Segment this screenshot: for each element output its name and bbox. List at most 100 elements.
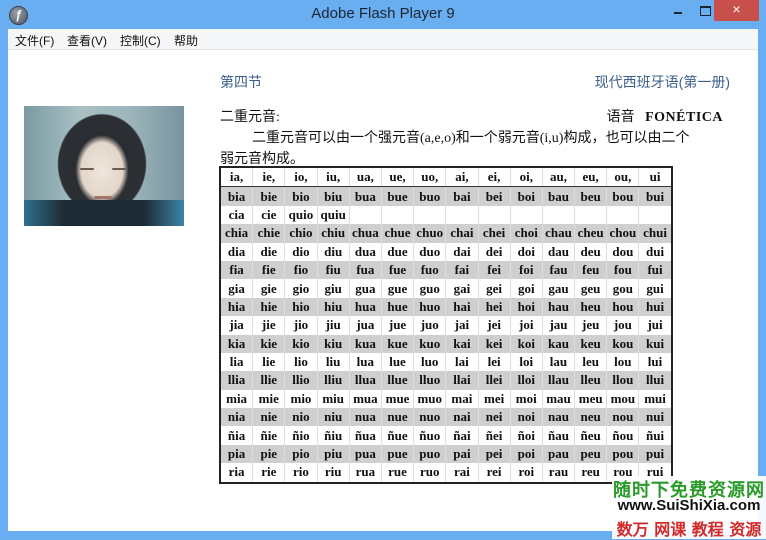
table-cell: fei: [477, 260, 511, 280]
table-cell: hui: [638, 297, 672, 317]
table-cell: chui: [638, 224, 672, 243]
table-cell: [413, 205, 446, 225]
table-cell: nai: [445, 408, 478, 427]
table-cell: lau: [541, 352, 575, 372]
menu-view[interactable]: 查看(V): [67, 32, 107, 49]
table-row: mia mie mio miu mua mue muo mai mei moi mau meu mou m…: [219, 389, 672, 409]
close-button[interactable]: ×: [714, 0, 759, 21]
table-cell: mou: [606, 389, 639, 409]
minimize-button[interactable]: [665, 0, 691, 21]
table-cell: mui: [638, 389, 672, 409]
video-mouth: [94, 196, 112, 199]
table-cell: kue: [380, 334, 414, 353]
watermark-line-2: www.SuiShiXia.com: [617, 497, 761, 514]
phonetics-es: FONÉTICA: [645, 110, 723, 125]
table-cell: llau: [541, 371, 575, 390]
table-row: llia llie llio lliu llua llue lluo llai llei lloi…: [219, 371, 672, 390]
table-cell: die: [252, 242, 285, 261]
table-cell: kio: [284, 334, 318, 353]
table-cell: kou: [606, 334, 639, 353]
table-cell: llui: [638, 371, 672, 390]
table-cell: bio: [284, 186, 318, 206]
table-cell: chue: [380, 224, 414, 243]
menu-file[interactable]: 文件(F): [15, 32, 54, 49]
table-cell: puo: [413, 444, 446, 464]
table-cell: mei: [477, 389, 511, 409]
table-cell: chai: [445, 224, 478, 243]
table-cell: reu: [574, 463, 607, 483]
table-cell: ñui: [638, 426, 672, 445]
table-cell: deu: [574, 242, 607, 261]
table-cell: lleu: [574, 371, 607, 390]
table-cell: iu,: [316, 167, 350, 188]
table-cell: lou: [606, 352, 639, 372]
table-cell: ñio: [284, 426, 318, 445]
table-cell: [509, 205, 543, 225]
table-cell: feu: [574, 260, 607, 280]
table-cell: chau: [541, 224, 575, 243]
table-cell: bue: [380, 186, 414, 206]
table-cell: lia: [219, 352, 253, 372]
phonetics-label: 语音 FONÉTICA: [607, 106, 723, 126]
table-cell: [574, 205, 607, 225]
table-cell: nue: [380, 408, 414, 427]
table-cell: dio: [284, 242, 318, 261]
table-cell: ñoi: [509, 426, 543, 445]
table-cell: ñuo: [413, 426, 446, 445]
table-cell: rue: [380, 463, 414, 483]
table-cell: pai: [445, 444, 478, 464]
table-cell: llio: [284, 371, 318, 390]
menu-control[interactable]: 控制(C): [120, 32, 161, 49]
table-cell: pua: [348, 444, 382, 464]
table-cell: jia: [219, 316, 253, 335]
table-cell: beu: [574, 186, 607, 206]
table-cell: kuo: [413, 334, 446, 353]
table-cell: pue: [380, 444, 414, 464]
table-cell: boi: [509, 186, 543, 206]
table-cell: lluo: [413, 371, 446, 390]
table-cell: ou,: [606, 167, 639, 188]
table-cell: jue: [380, 316, 414, 335]
close-icon: ×: [732, 1, 741, 17]
table-cell: kiu: [316, 334, 350, 353]
menu-help[interactable]: 帮助: [174, 32, 198, 49]
title-bar[interactable]: ƒ Adobe Flash Player 9 ×: [0, 0, 766, 29]
table-cell: ñou: [606, 426, 639, 445]
table-cell: ñua: [348, 426, 382, 445]
table-cell: nuo: [413, 408, 446, 427]
table-cell: foi: [509, 260, 543, 280]
window-title: Adobe Flash Player 9: [311, 5, 455, 22]
table-cell: cheu: [574, 224, 607, 243]
table-cell: ia,: [219, 167, 253, 188]
table-cell: noi: [509, 408, 543, 427]
table-cell: llou: [606, 371, 639, 390]
table-cell: buo: [413, 186, 446, 206]
table-cell: neu: [574, 408, 607, 427]
table-cell: goi: [509, 279, 543, 298]
table-cell: rie: [252, 463, 285, 483]
table-cell: biu: [316, 186, 350, 206]
table-cell: gio: [284, 279, 318, 298]
table-cell: lliu: [316, 371, 350, 390]
table-cell: lui: [638, 352, 672, 372]
table-cell: bua: [348, 186, 382, 206]
table-cell: liu: [316, 352, 350, 372]
table-cell: hue: [380, 297, 414, 317]
table-cell: llua: [348, 371, 382, 390]
table-cell: nua: [348, 408, 382, 427]
video-shoulders: [24, 200, 184, 226]
table-cell: pau: [541, 444, 575, 464]
table-cell: [380, 205, 414, 225]
table-cell: hei: [477, 297, 511, 317]
table-cell: lie: [252, 352, 285, 372]
table-cell: [445, 205, 478, 225]
table-cell: gui: [638, 279, 672, 298]
table-cell: nia: [219, 408, 253, 427]
table-cell: diu: [316, 242, 350, 261]
book-title: 现代西班牙语(第一册): [594, 74, 730, 90]
table-cell: rai: [445, 463, 478, 483]
table-cell: chei: [477, 224, 511, 243]
table-cell: ñie: [252, 426, 285, 445]
table-row: chia chie chio chiu chua chue chuo chai chei choi…: [219, 224, 672, 243]
table-row: bia bie bio biu bua bue buo bai bei boi bau beu bou b…: [219, 186, 672, 206]
